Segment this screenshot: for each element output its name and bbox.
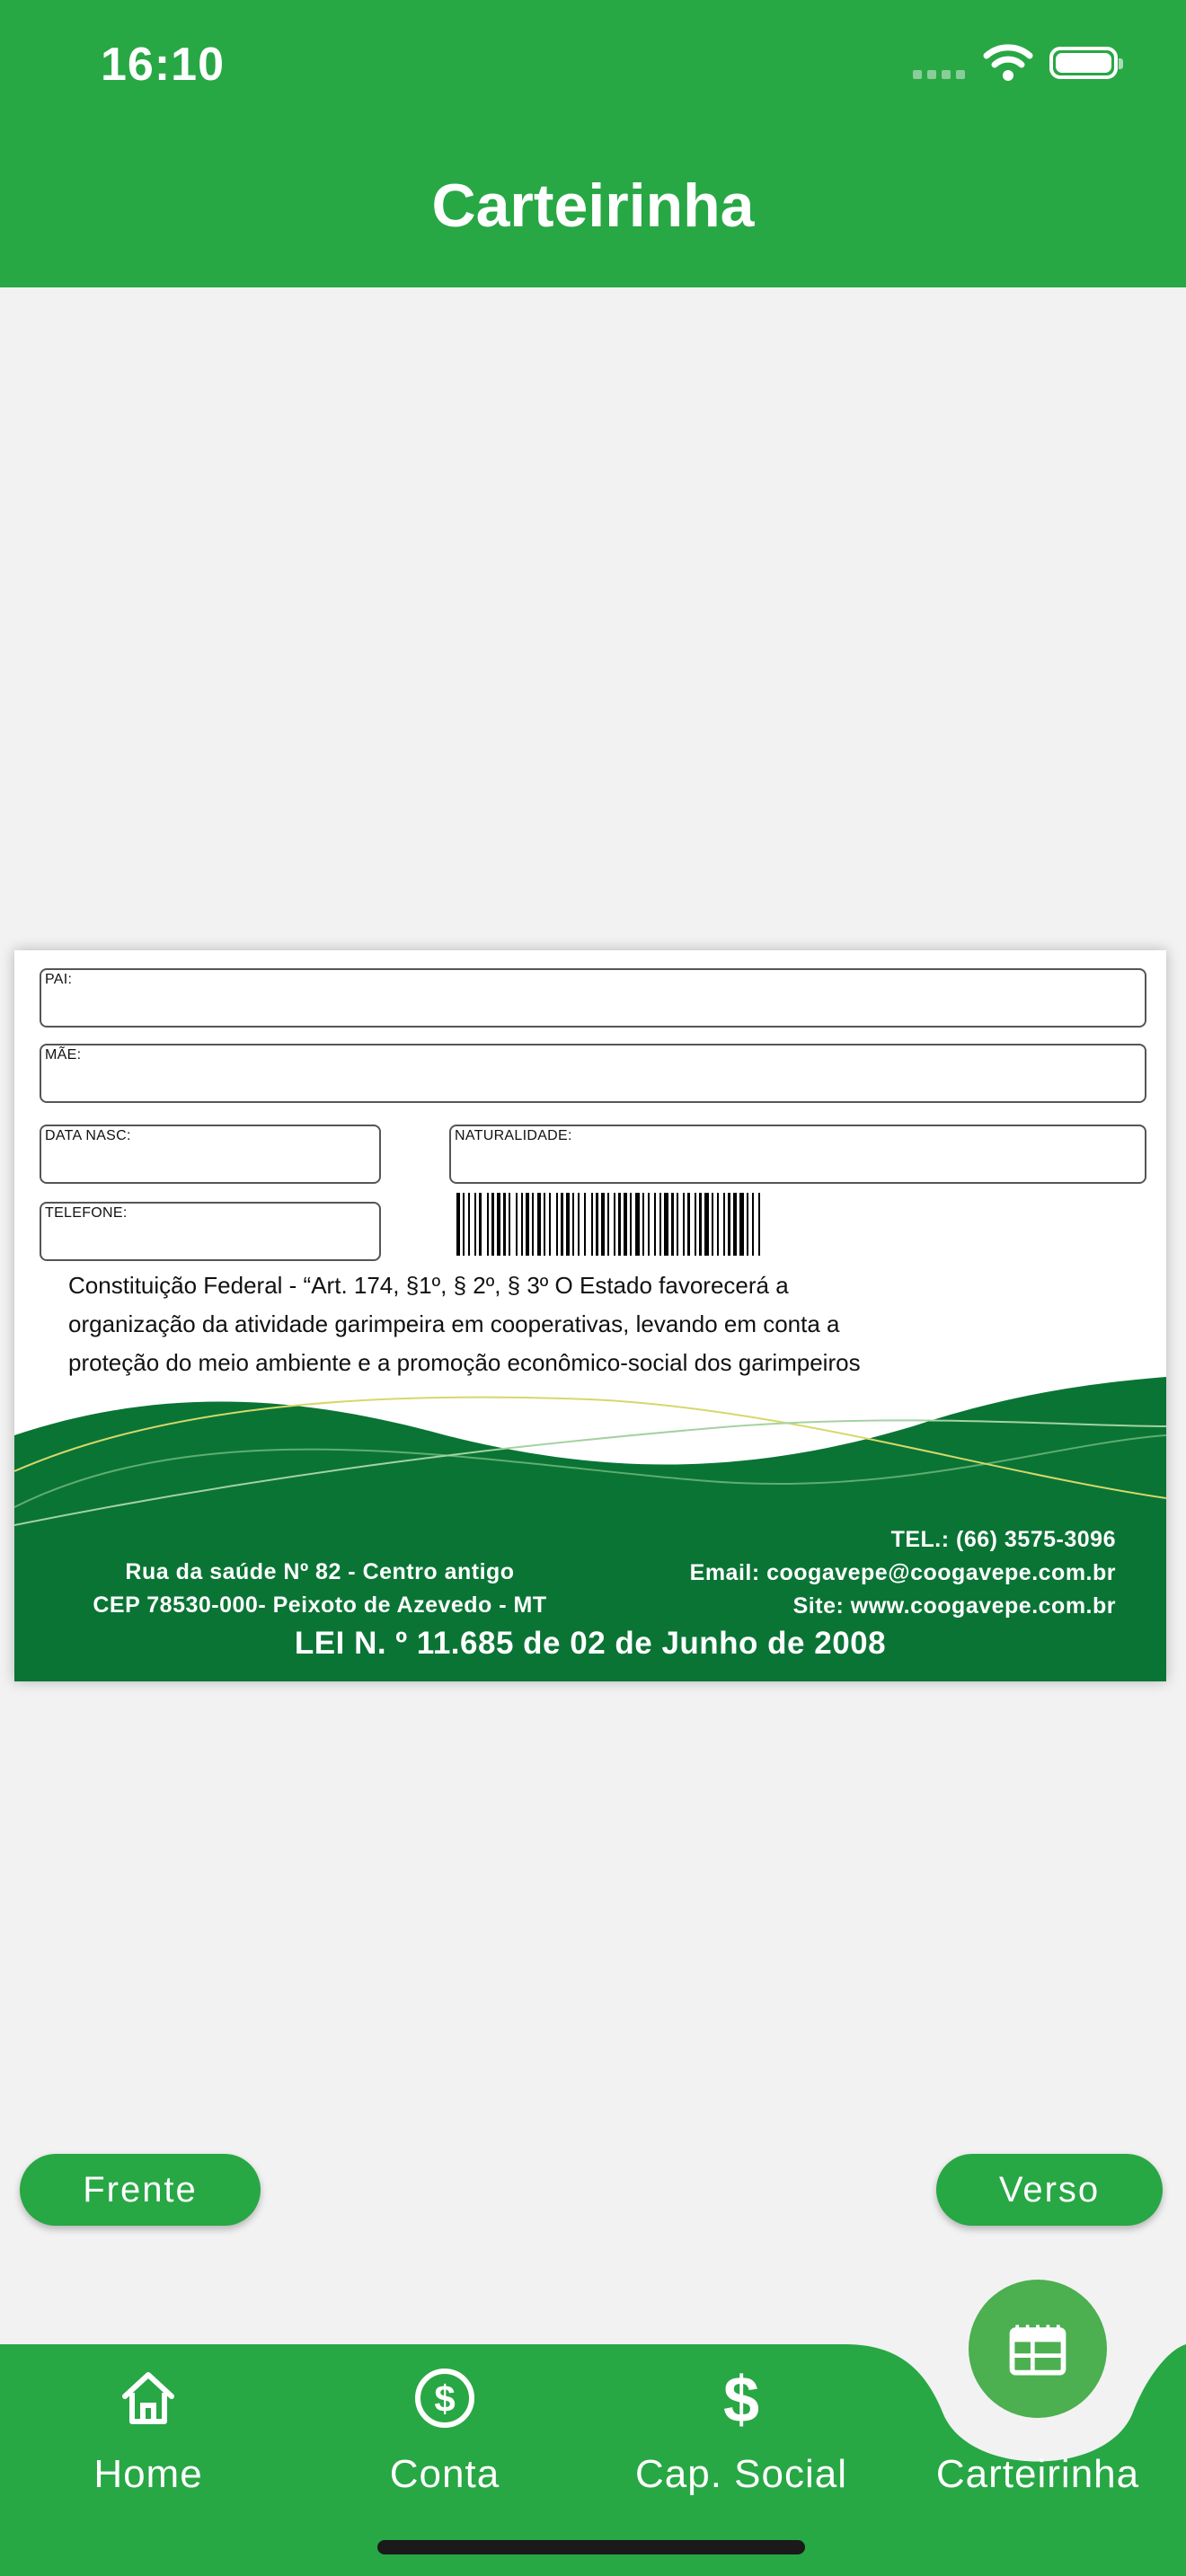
barcode-bar: [584, 1193, 586, 1256]
barcode-bar: [509, 1193, 510, 1256]
barcode-bar: [591, 1193, 593, 1256]
barcode: [456, 1193, 760, 1256]
contact-block: TEL.: (66) 3575-3096 Email: coogavepe@co…: [487, 1523, 1116, 1623]
barcode-bar: [491, 1193, 494, 1256]
barcode-bar: [654, 1193, 656, 1256]
tab-cap-social[interactable]: $ Cap. Social: [593, 2362, 890, 2497]
field-label: TELEFONE:: [45, 1205, 128, 1221]
home-icon: [122, 2372, 174, 2424]
barcode-bar: [728, 1193, 730, 1256]
status-time: 16:10: [101, 39, 225, 91]
tab-icon-spacer: [890, 2362, 1186, 2434]
wifi-icon: [983, 44, 1033, 81]
field-label: MÃE:: [45, 1047, 82, 1063]
barcode-bar: [712, 1193, 713, 1256]
barcode-bar: [578, 1193, 580, 1256]
barcode-bar: [537, 1193, 541, 1256]
barcode-bar: [479, 1193, 482, 1256]
field-label: DATA NASC:: [45, 1128, 131, 1143]
page-title: Carteirinha: [431, 172, 755, 240]
barcode-bar: [695, 1193, 696, 1256]
barcode-bar: [635, 1193, 640, 1256]
barcode-bar: [664, 1193, 668, 1256]
back-button[interactable]: Verso: [936, 2154, 1163, 2226]
legal-text: Constituição Federal - “Art. 174, §1º, §…: [68, 1266, 1057, 1382]
barcode-bar: [677, 1193, 678, 1256]
field-mae: MÃE:: [40, 1044, 1146, 1103]
field-naturalidade: NATURALIDADE:: [449, 1125, 1146, 1184]
barcode-bar: [683, 1193, 685, 1256]
barcode-bar: [659, 1193, 661, 1256]
barcode-bar: [566, 1193, 570, 1256]
tab-conta[interactable]: $ Conta: [296, 2362, 593, 2497]
barcode-bar: [739, 1193, 744, 1256]
barcode-bar: [474, 1193, 476, 1256]
law-reference: LEI N. º 11.685 de 02 de Junho de 2008: [294, 1626, 887, 1661]
barcode-bar: [544, 1193, 545, 1256]
barcode-bar: [521, 1193, 523, 1256]
field-telefone: TELEFONE:: [40, 1202, 381, 1261]
barcode-bar: [487, 1193, 489, 1256]
home-indicator: [377, 2540, 805, 2554]
barcode-bar: [723, 1193, 725, 1256]
barcode-bar: [752, 1193, 754, 1256]
barcode-bar: [497, 1193, 500, 1256]
field-label: NATURALIDADE:: [455, 1128, 572, 1143]
barcode-bar: [516, 1193, 518, 1256]
barcode-bar: [549, 1193, 551, 1256]
barcode-bar: [561, 1193, 563, 1256]
barcode-bar: [699, 1193, 702, 1256]
barcode-bar: [456, 1193, 460, 1256]
barcode-bar: [642, 1193, 644, 1256]
barcode-bar: [556, 1193, 558, 1256]
front-button[interactable]: Frente: [20, 2154, 261, 2226]
svg-text:$: $: [723, 2364, 759, 2434]
barcode-bar: [747, 1193, 748, 1256]
barcode-bar: [733, 1193, 737, 1256]
barcode-bar: [463, 1193, 465, 1256]
barcode-bar: [648, 1193, 650, 1256]
barcode-bar: [614, 1193, 615, 1256]
barcode-bar: [704, 1193, 709, 1256]
barcode-bar: [601, 1193, 605, 1256]
contact-phone: TEL.: (66) 3575-3096: [890, 1527, 1116, 1552]
tab-label: Carteirinha: [935, 2452, 1140, 2496]
barcode-bar: [758, 1193, 760, 1256]
svg-text:$: $: [434, 2378, 455, 2420]
barcode-bar: [596, 1193, 598, 1256]
barcode-bar: [468, 1193, 470, 1256]
legal-line: Constituição Federal - “Art. 174, §1º, §…: [68, 1272, 789, 1299]
barcode-bar: [526, 1193, 529, 1256]
barcode-bar: [671, 1193, 674, 1256]
field-data-nasc: DATA NASC:: [40, 1125, 381, 1184]
contact-email: Email: coogavepe@coogavepe.com.br: [689, 1560, 1116, 1585]
barcode-bar: [532, 1193, 534, 1256]
legal-line: organização da atividade garimpeira em c…: [68, 1310, 840, 1337]
tab-label: Cap. Social: [634, 2452, 847, 2496]
barcode-bar: [687, 1193, 690, 1256]
dollar-icon: $: [723, 2364, 759, 2434]
field-label: PAI:: [45, 972, 73, 987]
app-header: 16:10 Carteirinha: [0, 0, 1186, 287]
barcode-bar: [607, 1193, 609, 1256]
barcode-bar: [618, 1193, 621, 1256]
barcode-bar: [503, 1193, 506, 1256]
tab-carteirinha[interactable]: Carteirinha: [890, 2362, 1186, 2497]
field-pai: PAI:: [40, 968, 1146, 1028]
cellular-signal-icon: [913, 70, 967, 79]
barcode-bar: [717, 1193, 719, 1256]
battery-icon: [1049, 47, 1123, 79]
dollar-circle-icon: $: [415, 2369, 474, 2428]
barcode-bar: [624, 1193, 627, 1256]
barcode-bar: [630, 1193, 632, 1256]
barcode-bar: [572, 1193, 574, 1256]
tab-home[interactable]: Home: [0, 2362, 296, 2497]
tab-label: Conta: [389, 2452, 500, 2496]
contact-site: Site: www.coogavepe.com.br: [792, 1593, 1116, 1619]
membership-card: PAI: MÃE: DATA NASC: NATURALIDADE: TELEF…: [14, 950, 1166, 1681]
tab-label: Home: [93, 2452, 203, 2496]
